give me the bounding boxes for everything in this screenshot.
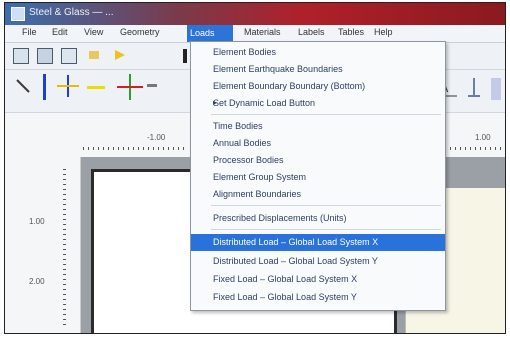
table-icon[interactable] xyxy=(37,48,53,64)
node-icon[interactable] xyxy=(117,74,143,100)
draw-line-icon[interactable] xyxy=(15,78,31,94)
toolbar-divider xyxy=(183,49,187,63)
loads-dropdown-menu: Element Bodies Element Earthquake Bounda… xyxy=(190,41,446,311)
menu-item-fixed-load-x[interactable]: Fixed Load – Global Load System X xyxy=(191,271,445,288)
menu-item-distributed-load-y[interactable]: Distributed Load – Global Load System Y xyxy=(191,253,445,270)
ruler-ticks xyxy=(83,147,187,150)
menu-materials[interactable]: Materials xyxy=(241,27,284,37)
menu-item-prescribed-displacements[interactable]: Prescribed Displacements (Units) xyxy=(191,210,445,227)
submenu-arrow-icon: ▸ xyxy=(213,98,218,107)
menu-labels[interactable]: Labels xyxy=(295,27,328,37)
menu-item-processor-bodies[interactable]: Processor Bodies xyxy=(191,152,445,169)
menu-item-time-bodies[interactable]: Time Bodies xyxy=(191,118,445,135)
menu-view[interactable]: View xyxy=(81,27,106,37)
menu-separator xyxy=(211,229,441,230)
print-icon[interactable] xyxy=(61,48,77,64)
window-title: Steel & Glass — ... xyxy=(29,7,114,18)
ruler-label-neg: -1.00 xyxy=(147,133,166,142)
menu-item-distributed-load-x[interactable]: Distributed Load – Global Load System X xyxy=(191,234,445,251)
vruler-ticks xyxy=(63,169,66,329)
menu-loads[interactable]: Loads xyxy=(187,25,233,42)
menu-separator xyxy=(211,114,441,115)
ruler-label-pos: 1.00 xyxy=(475,133,491,142)
menu-help[interactable]: Help xyxy=(371,27,396,37)
menu-edit[interactable]: Edit xyxy=(49,27,71,37)
app-window: Steel & Glass — ... File Edit View Geome… xyxy=(4,2,506,334)
menu-tables[interactable]: Tables xyxy=(335,27,367,37)
menu-item-alignment-boundaries[interactable]: Alignment Boundaries xyxy=(191,186,445,203)
menu-item-fixed-load-y[interactable]: Fixed Load – Global Load System Y xyxy=(191,289,445,306)
align-icon[interactable] xyxy=(491,78,501,100)
menu-item-annual-bodies[interactable]: Annual Bodies xyxy=(191,135,445,152)
vertical-ruler: 1.00 2.00 xyxy=(5,157,81,333)
menu-item-element-boundary[interactable]: Element Boundary Boundary (Bottom) xyxy=(191,78,445,95)
grid-icon[interactable] xyxy=(13,48,29,64)
menu-item-element-group[interactable]: Element Group System xyxy=(191,169,445,186)
menu-item-element-earthquake[interactable]: Element Earthquake Boundaries xyxy=(191,61,445,78)
menu-item-dynamic-load[interactable]: Set Dynamic Load Button ▸ xyxy=(191,95,445,112)
title-bar: Steel & Glass — ... xyxy=(5,3,505,25)
menu-geometry[interactable]: Geometry xyxy=(117,27,163,37)
app-icon xyxy=(11,7,25,21)
open-folder-icon[interactable] xyxy=(89,51,99,59)
ruler-ticks-right xyxy=(445,147,505,150)
menu-separator xyxy=(211,205,441,206)
vruler-label-2: 2.00 xyxy=(29,277,45,286)
play-icon[interactable] xyxy=(115,50,125,60)
dash-icon[interactable] xyxy=(147,84,157,87)
vertical-line-icon[interactable] xyxy=(43,74,46,100)
measure-icon[interactable] xyxy=(465,76,483,100)
horizontal-line-icon[interactable] xyxy=(87,86,105,89)
menu-item-element-bodies[interactable]: Element Bodies xyxy=(191,44,445,61)
vruler-label-1: 1.00 xyxy=(29,217,45,226)
crosshair-icon[interactable] xyxy=(57,75,79,97)
menu-file[interactable]: File xyxy=(19,27,40,37)
